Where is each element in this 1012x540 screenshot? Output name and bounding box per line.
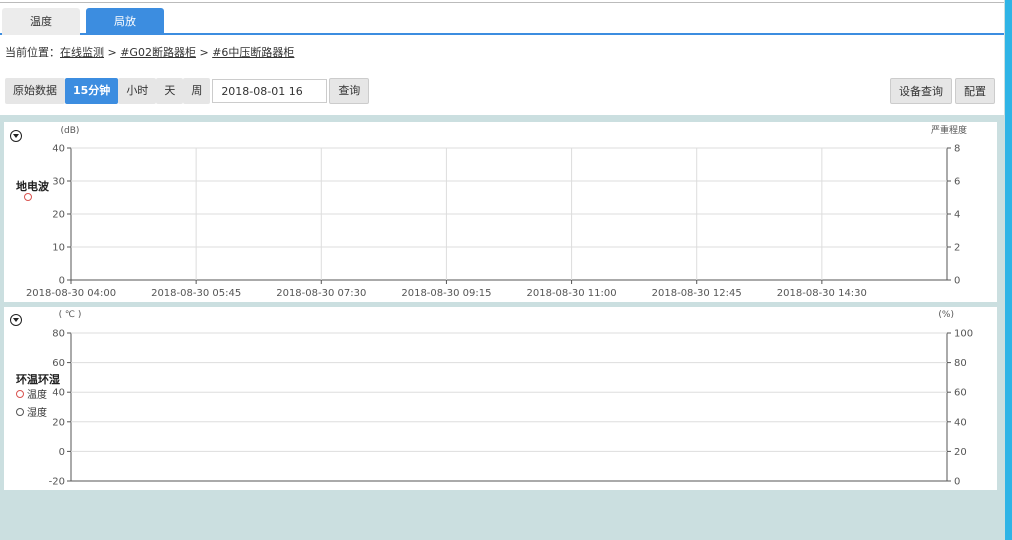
y-tick-label: 10: [52, 243, 65, 254]
y-tick-label: -20: [49, 477, 65, 488]
y-tick-label: 40: [52, 144, 65, 155]
y2-tick-label: 0: [954, 276, 960, 287]
tab-partial-discharge[interactable]: 局放: [86, 8, 164, 35]
breadcrumb: 当前位置：在线监测 > #G02断路器柜 > #6中压断路器柜: [5, 44, 294, 60]
time-toolbar: 原始数据 15分钟 小时 天 周 查询: [5, 78, 370, 104]
breadcrumb-separator: >: [195, 46, 213, 59]
x-tick-label: 2018-08-30 14:30: [777, 288, 867, 299]
y2-tick-label: 20: [954, 447, 967, 458]
content-header: 当前位置：在线监测 > #G02断路器柜 > #6中压断路器柜 原始数据 15分…: [0, 35, 1004, 115]
y-axis-label: ( ℃ ): [59, 310, 82, 320]
breadcrumb-separator: >: [104, 46, 121, 59]
env-chart: 80 60 40 20 0 -20 100 80 60 40 20 0 ( ℃ ) (%): [49, 310, 973, 488]
y2-axis-label: 严重程度: [931, 124, 967, 136]
chart-panel-tev: 地电波 40 30 20 10 0 8 6 4 2 0 (dB) 严重程度 2018-08-30 04:…: [4, 122, 997, 302]
y-tick-label: 60: [52, 358, 65, 369]
tab-bar: 温度 局放: [0, 3, 1004, 35]
y-tick-label: 20: [52, 210, 65, 221]
chart-panel-env: 环温环湿 温度 湿度 80 60 40 20 0 -20 100 80 60 40 20 0( ℃ )…: [4, 307, 997, 490]
x-tick-label: 2018-08-30 05:45: [151, 288, 241, 299]
y2-tick-label: 0: [954, 477, 960, 488]
y2-tick-label: 100: [954, 329, 973, 340]
15min-button[interactable]: 15分钟: [65, 78, 119, 104]
tab-temperature[interactable]: 温度: [2, 8, 80, 35]
query-button[interactable]: 查询: [329, 78, 370, 104]
device-query-button[interactable]: 设备查询: [890, 78, 952, 104]
y2-axis-label: (%): [938, 310, 954, 320]
y-tick-label: 40: [52, 388, 65, 399]
y-tick-label: 0: [59, 276, 65, 287]
x-tick-label: 2018-08-30 12:45: [652, 288, 742, 299]
y-tick-label: 30: [52, 177, 65, 188]
y-axis-label: (dB): [61, 126, 80, 136]
y-tick-label: 80: [52, 329, 65, 340]
day-button[interactable]: 天: [156, 78, 184, 104]
breadcrumb-prefix: 当前位置：: [5, 46, 60, 59]
y2-tick-label: 8: [954, 144, 960, 155]
x-tick-label: 2018-08-30 07:30: [276, 288, 366, 299]
y-tick-label: 20: [52, 417, 65, 428]
breadcrumb-item-g02-cabinet[interactable]: #G02断路器柜: [120, 46, 196, 59]
breadcrumb-item-online-monitoring[interactable]: 在线监测: [60, 46, 104, 59]
breadcrumb-item-6-cabinet[interactable]: #6中压断路器柜: [212, 46, 294, 59]
week-button[interactable]: 周: [183, 78, 211, 104]
y-tick-label: 0: [59, 447, 65, 458]
x-tick-label: 2018-08-30 04:00: [26, 288, 116, 299]
date-input[interactable]: [212, 79, 328, 103]
y2-tick-label: 40: [954, 417, 967, 428]
y2-tick-label: 4: [954, 210, 960, 221]
tev-chart: 40302010086420(dB) 严重程度2018-08-30 04:00 20…: [26, 124, 967, 299]
y2-tick-label: 2: [954, 243, 960, 254]
raw-data-button[interactable]: 原始数据: [5, 78, 65, 104]
right-scroll-strip: [1005, 0, 1012, 540]
config-button[interactable]: 配置: [955, 78, 995, 104]
hour-button[interactable]: 小时: [118, 78, 157, 104]
y2-tick-label: 60: [954, 388, 967, 399]
x-tick-label: 2018-08-30 09:15: [401, 288, 491, 299]
y2-tick-label: 6: [954, 177, 960, 188]
y2-tick-label: 80: [954, 358, 967, 369]
x-tick-label: 2018-08-30 11:00: [527, 288, 617, 299]
